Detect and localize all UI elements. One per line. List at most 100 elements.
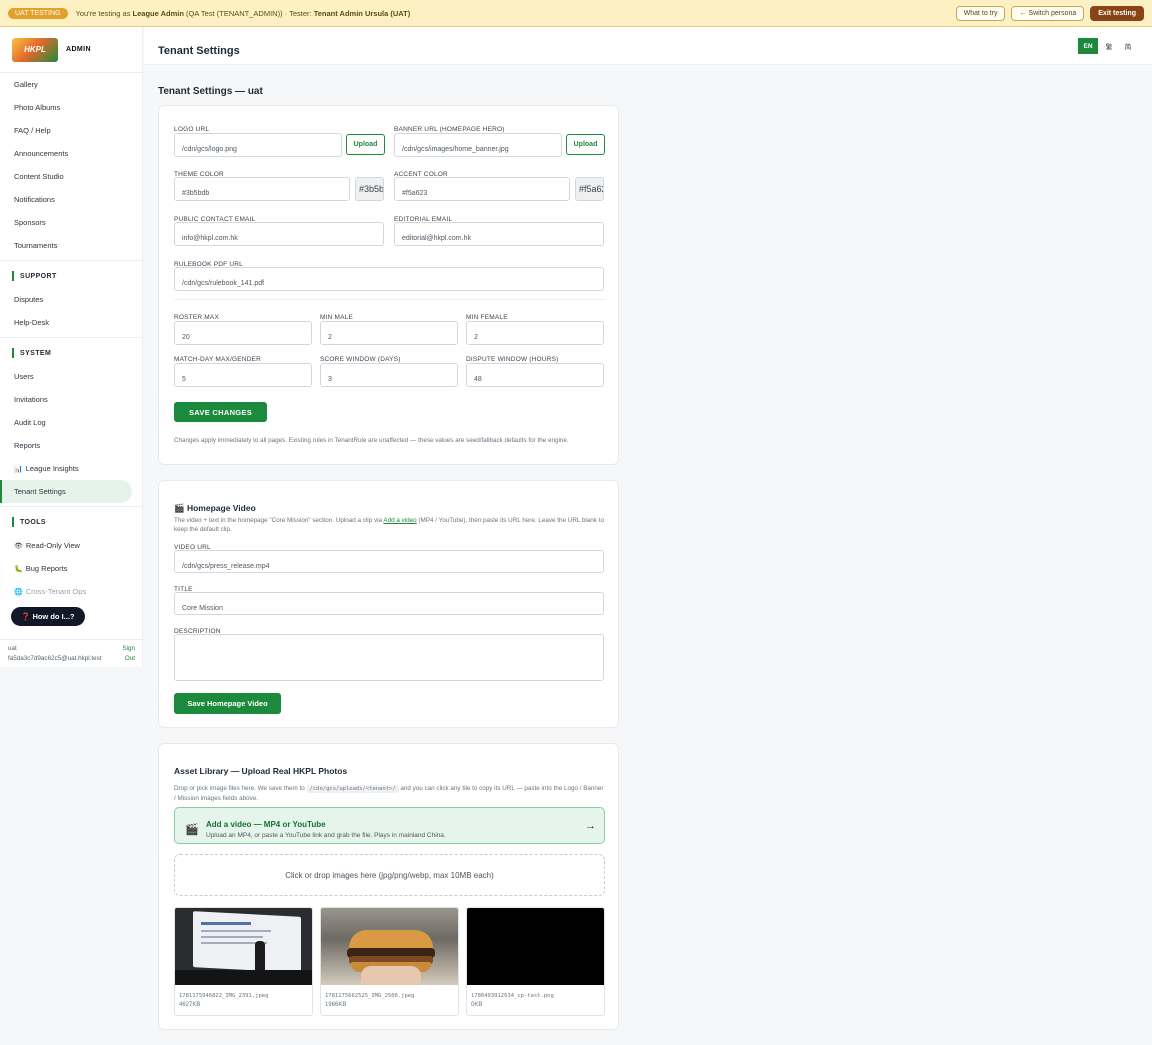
banner-url-value: /cdn/gcs/images/home_banner.jpg bbox=[402, 146, 509, 153]
sidebar-item-label: Read-Only View bbox=[25, 541, 80, 550]
roster-max-input[interactable]: 20 bbox=[174, 321, 312, 345]
min-female-value: 2 bbox=[474, 334, 478, 341]
upload-path: /cdn/gcs/uploads/<tenant>/ bbox=[306, 785, 399, 793]
logo-url-label: LOGO URL bbox=[174, 126, 210, 133]
lang-tc-button[interactable]: 繁 bbox=[1099, 38, 1119, 54]
sidebar-item-label: Cross-Tenant Ops bbox=[25, 587, 87, 596]
asset-tile[interactable]: 1780493912634_cp-test.png 0KB bbox=[466, 907, 605, 1016]
what-to-try-button[interactable]: What to try bbox=[955, 5, 1006, 21]
sidebar-item-invitations[interactable]: Invitations bbox=[0, 388, 142, 411]
user-email: fa5da3c7d9ac62c5@uat.hkpl.test bbox=[8, 655, 102, 662]
min-male-input[interactable]: 2 bbox=[320, 321, 458, 345]
video-url-input[interactable]: /cdn/gcs/press_release.mp4 bbox=[174, 550, 604, 573]
how-do-i-button[interactable]: ❓ How do I...? bbox=[11, 607, 85, 626]
asset-thumbnail bbox=[321, 908, 458, 985]
accent-color-input[interactable]: #f5a623 bbox=[394, 177, 570, 201]
banner-upload-button[interactable]: Upload bbox=[566, 134, 605, 155]
bug-icon: 🐛 bbox=[14, 566, 23, 573]
dispute-window-label: DISPUTE WINDOW (HOURS) bbox=[466, 356, 559, 363]
image-dropzone[interactable]: Click or drop images here (jpg/png/webp,… bbox=[174, 854, 605, 896]
accent-color-swatch[interactable]: #f5a623 bbox=[575, 177, 604, 201]
min-male-value: 2 bbox=[328, 334, 332, 341]
section-marker bbox=[12, 348, 14, 358]
sidebar-item-bug-reports[interactable]: 🐛 Bug Reports bbox=[0, 557, 142, 580]
sidebar-item-announcements[interactable]: Announcements bbox=[0, 142, 142, 165]
sidebar-item-tenant-settings[interactable]: Tenant Settings bbox=[0, 480, 132, 503]
sidebar-item-help-desk[interactable]: Help-Desk bbox=[0, 311, 142, 334]
hkpl-logo[interactable]: HKPL bbox=[12, 37, 58, 62]
editorial-email-input[interactable]: editorial@hkpl.com.hk bbox=[394, 222, 604, 246]
nav-divider bbox=[0, 260, 142, 261]
contact-email-input[interactable]: info@hkpl.com.hk bbox=[174, 222, 384, 246]
sidebar-item-content-studio[interactable]: Content Studio bbox=[0, 165, 142, 188]
video-description-textarea[interactable] bbox=[174, 634, 604, 681]
sidebar-item-audit-log[interactable]: Audit Log bbox=[0, 411, 142, 434]
uat-prefix: You're testing as bbox=[75, 8, 133, 18]
accent-color-value: #f5a623 bbox=[402, 190, 428, 197]
add-video-cta-sub: Upload an MP4, or paste a YouTube link a… bbox=[206, 832, 446, 839]
sidebar-item-users[interactable]: Users bbox=[0, 365, 142, 388]
globe-icon: 🌐 bbox=[14, 589, 23, 596]
film-icon: 🎬 bbox=[185, 824, 199, 836]
save-changes-button[interactable]: SAVE CHANGES bbox=[174, 402, 267, 422]
video-title-value: Core Mission bbox=[182, 605, 223, 612]
asset-filename: 1781175946822_IMG_2391.jpeg bbox=[179, 993, 269, 999]
uat-tester-prefix: · Tester: bbox=[282, 8, 314, 18]
asset-tile[interactable]: 1781175662525_IMG_2500.jpeg 1986KB bbox=[320, 907, 459, 1016]
logo-url-value: /cdn/gcs/logo.png bbox=[182, 146, 237, 153]
user-name: uat bbox=[8, 645, 17, 652]
desc-text: Drop or pick image files here. We save t… bbox=[174, 785, 307, 792]
asset-thumbnail bbox=[175, 908, 312, 985]
matchday-max-input[interactable]: 5 bbox=[174, 363, 312, 387]
uat-role-detail: (QA Test (TENANT_ADMIN)) bbox=[183, 8, 283, 18]
nav-section-system: SYSTEM bbox=[0, 341, 142, 365]
asset-filesize: 0KB bbox=[471, 1002, 483, 1008]
sidebar-item-photo-albums[interactable]: Photo Albums bbox=[0, 96, 142, 119]
banner-url-input[interactable]: /cdn/gcs/images/home_banner.jpg bbox=[394, 133, 562, 157]
arrow-right-icon: → bbox=[585, 820, 596, 832]
exit-testing-button[interactable]: Exit testing bbox=[1090, 5, 1144, 21]
lang-en-button[interactable]: EN bbox=[1078, 38, 1098, 54]
user-identity: uat fa5da3c7d9ac62c5@uat.hkpl.test bbox=[8, 644, 102, 663]
sidebar-item-league-insights[interactable]: 📊 League Insights bbox=[0, 457, 142, 480]
uat-role: League Admin bbox=[132, 8, 184, 18]
dispute-window-value: 48 bbox=[474, 376, 482, 383]
video-title-input[interactable]: Core Mission bbox=[174, 592, 604, 615]
sidebar-item-faq[interactable]: FAQ / Help bbox=[0, 119, 142, 142]
rulebook-input[interactable]: /cdn/gcs/rulebook_141.pdf bbox=[174, 267, 604, 291]
asset-tile[interactable]: 1781175946822_IMG_2391.jpeg 4627KB bbox=[174, 907, 313, 1016]
sidebar-item-cross-tenant-ops[interactable]: 🌐 Cross-Tenant Ops bbox=[0, 580, 142, 603]
add-video-cta[interactable]: 🎬 Add a video — MP4 or YouTube Upload an… bbox=[174, 807, 605, 844]
switch-persona-button[interactable]: ← Switch persona bbox=[1011, 5, 1085, 21]
sidebar-item-reports[interactable]: Reports bbox=[0, 434, 142, 457]
logo-upload-button[interactable]: Upload bbox=[346, 134, 385, 155]
editorial-email-value: editorial@hkpl.com.hk bbox=[402, 235, 471, 242]
rulebook-value: /cdn/gcs/rulebook_141.pdf bbox=[182, 280, 265, 287]
save-homepage-video-button[interactable]: Save Homepage Video bbox=[174, 693, 281, 714]
matchday-max-label: MATCH-DAY MAX/GENDER bbox=[174, 356, 262, 363]
sidebar-item-sponsors[interactable]: Sponsors bbox=[0, 211, 142, 234]
homepage-video-card: 🎬 Homepage Video The video + text in the… bbox=[158, 480, 619, 728]
sidebar-item-tournaments[interactable]: Tournaments bbox=[0, 234, 142, 257]
min-female-input[interactable]: 2 bbox=[466, 321, 604, 345]
asset-filesize: 1986KB bbox=[325, 1002, 347, 1008]
sidebar-item-read-only-view[interactable]: 👁 Read-Only View bbox=[0, 534, 142, 557]
dispute-window-input[interactable]: 48 bbox=[466, 363, 604, 387]
asset-filename: 1781175662525_IMG_2500.jpeg bbox=[325, 993, 415, 999]
lang-sc-button[interactable]: 简 bbox=[1118, 38, 1138, 54]
score-window-input[interactable]: 3 bbox=[320, 363, 458, 387]
sidebar-item-gallery[interactable]: Gallery bbox=[0, 73, 142, 96]
uat-banner: UAT TESTING You're testing as League Adm… bbox=[0, 0, 1152, 27]
nav-divider bbox=[0, 337, 142, 338]
add-video-link[interactable]: Add a video bbox=[383, 517, 416, 524]
eye-icon: 👁 bbox=[14, 543, 23, 550]
min-male-label: MIN MALE bbox=[320, 314, 354, 321]
logo-url-input[interactable]: /cdn/gcs/logo.png bbox=[174, 133, 342, 157]
theme-color-swatch[interactable]: #3b5bdb bbox=[355, 177, 384, 201]
uat-persona-text: You're testing as League Admin (QA Test … bbox=[76, 9, 411, 18]
sidebar-item-disputes[interactable]: Disputes bbox=[0, 288, 142, 311]
sign-out-link[interactable]: Sign Out bbox=[122, 644, 135, 663]
sidebar-item-notifications[interactable]: Notifications bbox=[0, 188, 142, 211]
brand: HKPL ADMIN bbox=[0, 27, 142, 73]
theme-color-input[interactable]: #3b5bdb bbox=[174, 177, 350, 201]
